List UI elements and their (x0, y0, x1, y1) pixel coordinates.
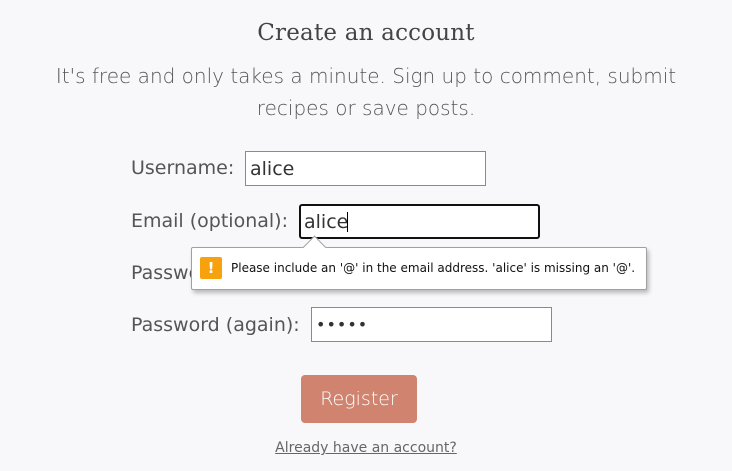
username-input[interactable] (245, 151, 486, 186)
subtitle-line-2: recipes or save posts. (256, 96, 476, 120)
password-label: Password: (131, 262, 191, 284)
page-title: Create an account (257, 20, 475, 46)
validation-tooltip: ! Please include an '@' in the email add… (191, 247, 647, 290)
warning-icon: ! (200, 257, 222, 279)
page-subtitle: It's free and only takes a minute. Sign … (0, 60, 732, 124)
username-label: Username: (131, 157, 235, 179)
validation-message: Please include an '@' in the email addre… (231, 261, 636, 275)
text-caret (347, 212, 348, 232)
email-input[interactable] (299, 204, 540, 239)
password-again-label: Password (again): (131, 314, 300, 336)
subtitle-line-1: It's free and only takes a minute. Sign … (55, 64, 677, 88)
register-button[interactable]: Register (301, 375, 417, 423)
password-again-input[interactable] (311, 307, 552, 342)
already-have-account-link[interactable]: Already have an account? (0, 440, 732, 456)
email-label: Email (optional): (131, 210, 288, 232)
